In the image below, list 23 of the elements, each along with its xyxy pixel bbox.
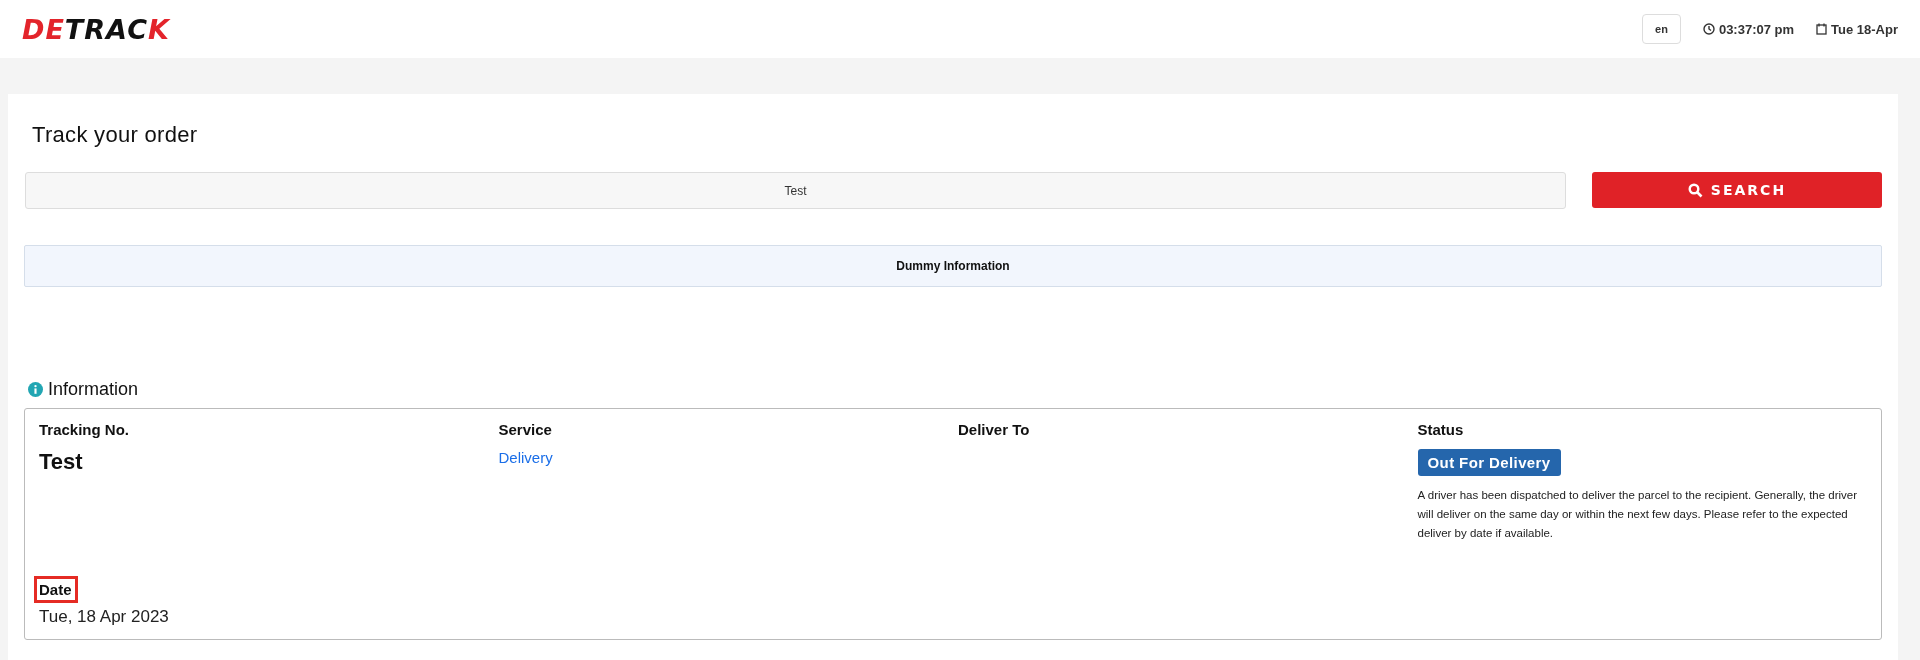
notice-bar: Dummy Information xyxy=(24,245,1882,287)
field-label: Service xyxy=(497,420,553,440)
status-badge: Out For Delivery xyxy=(1417,449,1561,476)
current-time: 03:37:07 pm xyxy=(1718,21,1795,37)
service-link[interactable]: Delivery xyxy=(498,449,553,466)
field-label: Deliver To xyxy=(957,420,1031,440)
page-title: Track your order xyxy=(32,122,199,148)
search-icon xyxy=(1687,182,1703,198)
current-date: Tue 18-Apr xyxy=(1831,21,1898,37)
tracking-number: Test xyxy=(39,449,83,475)
field-value: Tue, 18 Apr 2023 xyxy=(39,607,169,627)
language-button[interactable]: en xyxy=(1642,14,1681,44)
field-label: Tracking No. xyxy=(38,420,131,440)
status-description: A driver has been dispatched to deliver the parcel to the recipient. Generally, the driver will deliver on the same day or within the next few days. Please refer to the expected deliver by date if available. xyxy=(1417,488,1859,541)
field-label: Status xyxy=(1416,420,1465,440)
field-label: Date xyxy=(34,576,78,603)
logo: DETRACK xyxy=(22,13,170,45)
search-button[interactable]: SEARCH xyxy=(1592,172,1882,208)
clock-icon xyxy=(1702,23,1715,35)
tracking-search-field[interactable]: Test xyxy=(25,172,1566,209)
info-icon xyxy=(28,382,43,397)
section-heading: Information xyxy=(48,379,139,400)
calendar-icon xyxy=(1816,23,1828,35)
